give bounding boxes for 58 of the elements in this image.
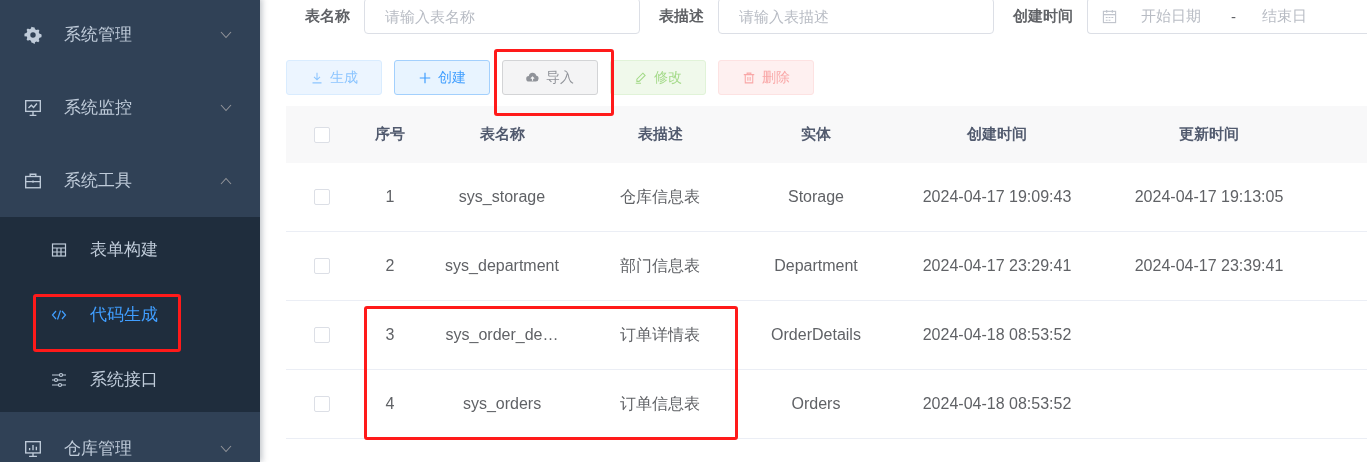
table-cell-text: 部门信息表 [619, 255, 701, 276]
sidebar-menu-item[interactable]: 系统监控 [0, 71, 260, 144]
table-cell-text: 4 [384, 395, 396, 413]
sidebar-menu-item[interactable]: 系统工具 [0, 144, 260, 217]
cloud-upload-icon [526, 71, 539, 84]
sidebar-menu-item[interactable]: 仓库管理 [0, 412, 260, 462]
plus-icon [418, 71, 431, 84]
pencil-icon [634, 71, 647, 84]
table-cell-text: 2024-04-17 19:09:43 [921, 188, 1073, 206]
calendar-icon [1102, 8, 1117, 24]
table-cell-text: 订单详情表 [619, 324, 701, 345]
column-header: 表描述 [636, 125, 684, 144]
checkbox[interactable] [314, 327, 330, 343]
table-cell-text: 2024-04-18 08:53:52 [921, 395, 1073, 413]
table-cell-text: 2024-04-17 23:29:41 [921, 257, 1073, 275]
submenu-item[interactable]: 代码生成 [0, 282, 260, 347]
search-field[interactable]: 请输入表名称 [364, 0, 640, 34]
field-label: 表名称 [304, 6, 351, 26]
table-cell-text: Department [773, 257, 859, 275]
table-icon [51, 241, 67, 258]
monitor-icon [24, 98, 42, 117]
submenu-item[interactable]: 系统接口 [0, 347, 260, 412]
table-cell-text: 1 [384, 188, 396, 206]
table-cell-text: Orders [790, 395, 842, 413]
column-header: 更新时间 [1178, 125, 1240, 144]
table-cell-text: 2024-04-17 19:13:05 [1133, 188, 1285, 206]
checkbox[interactable] [314, 258, 330, 274]
field-label: 表描述 [658, 6, 705, 26]
table-cell-text: sys_orders [461, 395, 543, 413]
trash-icon [742, 71, 755, 84]
column-header: 序号 [374, 125, 406, 144]
checkbox[interactable] [314, 126, 330, 143]
table-cell-text: 2 [384, 257, 396, 275]
submenu-item[interactable]: 表单构建 [0, 217, 260, 282]
date-range-field[interactable]: 开始日期 - 结束日 [1087, 0, 1367, 34]
table-cell-text: 3 [384, 326, 396, 344]
table-cell-text: Storage [786, 188, 845, 206]
chart-monitor-icon [24, 439, 42, 458]
table-cell-text: sys_storage [457, 188, 547, 206]
column-header: 表名称 [478, 125, 526, 144]
table-cell-text: 仓库信息表 [619, 186, 701, 207]
column-header: 实体 [800, 125, 832, 144]
checkbox[interactable] [314, 189, 330, 205]
search-field[interactable]: 请输入表描述 [718, 0, 994, 34]
download-icon [310, 71, 323, 84]
gear-icon [24, 25, 42, 44]
table-cell-text: 2024-04-18 08:53:52 [921, 326, 1073, 344]
table-cell-text: OrderDetails [770, 326, 862, 344]
table-cell-text: sys_order_de… [444, 326, 560, 344]
column-header: 创建时间 [966, 125, 1028, 144]
checkbox[interactable] [314, 396, 330, 412]
table-cell-text: 2024-04-17 23:39:41 [1133, 257, 1285, 275]
field-label: 创建时间 [1012, 6, 1074, 26]
sliders-icon [51, 371, 67, 388]
table-cell-text: 订单信息表 [619, 393, 701, 414]
toolbox-icon [24, 171, 42, 190]
table-cell-text: sys_department [444, 257, 560, 275]
sidebar-menu-item[interactable]: 系统管理 [0, 0, 260, 71]
